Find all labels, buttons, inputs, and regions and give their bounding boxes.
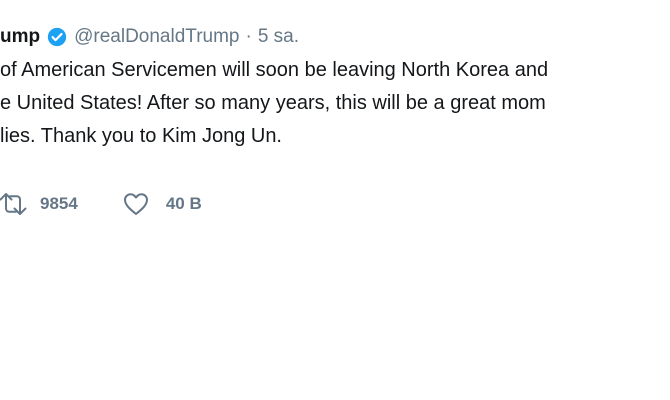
separator-dot: ·	[245, 26, 252, 47]
verified-badge-icon	[46, 26, 68, 48]
tweet-text-line: lies. Thank you to Kim Jong Un.	[0, 125, 282, 147]
tweet-text-line: of American Servicemen will soon be leav…	[0, 59, 549, 81]
retweet-button[interactable]: 9854	[0, 191, 78, 217]
heart-icon	[122, 191, 150, 217]
like-button[interactable]: 40 B	[122, 191, 202, 217]
author-display-name[interactable]: ump	[0, 22, 40, 52]
tweet-header: ump @realDonaldTrump · 5 sa.	[0, 22, 299, 52]
author-handle[interactable]: @realDonaldTrump	[74, 22, 239, 52]
tweet-time[interactable]: 5 sa.	[258, 22, 299, 52]
like-count: 40 B	[165, 194, 202, 213]
tweet-card: ump @realDonaldTrump · 5 sa. of American…	[0, 0, 670, 400]
retweet-count: 9854	[40, 194, 78, 213]
tweet-text-line: e United States! After so many years, th…	[0, 92, 546, 114]
retweet-icon	[0, 191, 28, 217]
tweet-actions: 9854 40 B	[0, 184, 202, 224]
tweet-text: of American Servicemen will soon be leav…	[0, 54, 670, 153]
